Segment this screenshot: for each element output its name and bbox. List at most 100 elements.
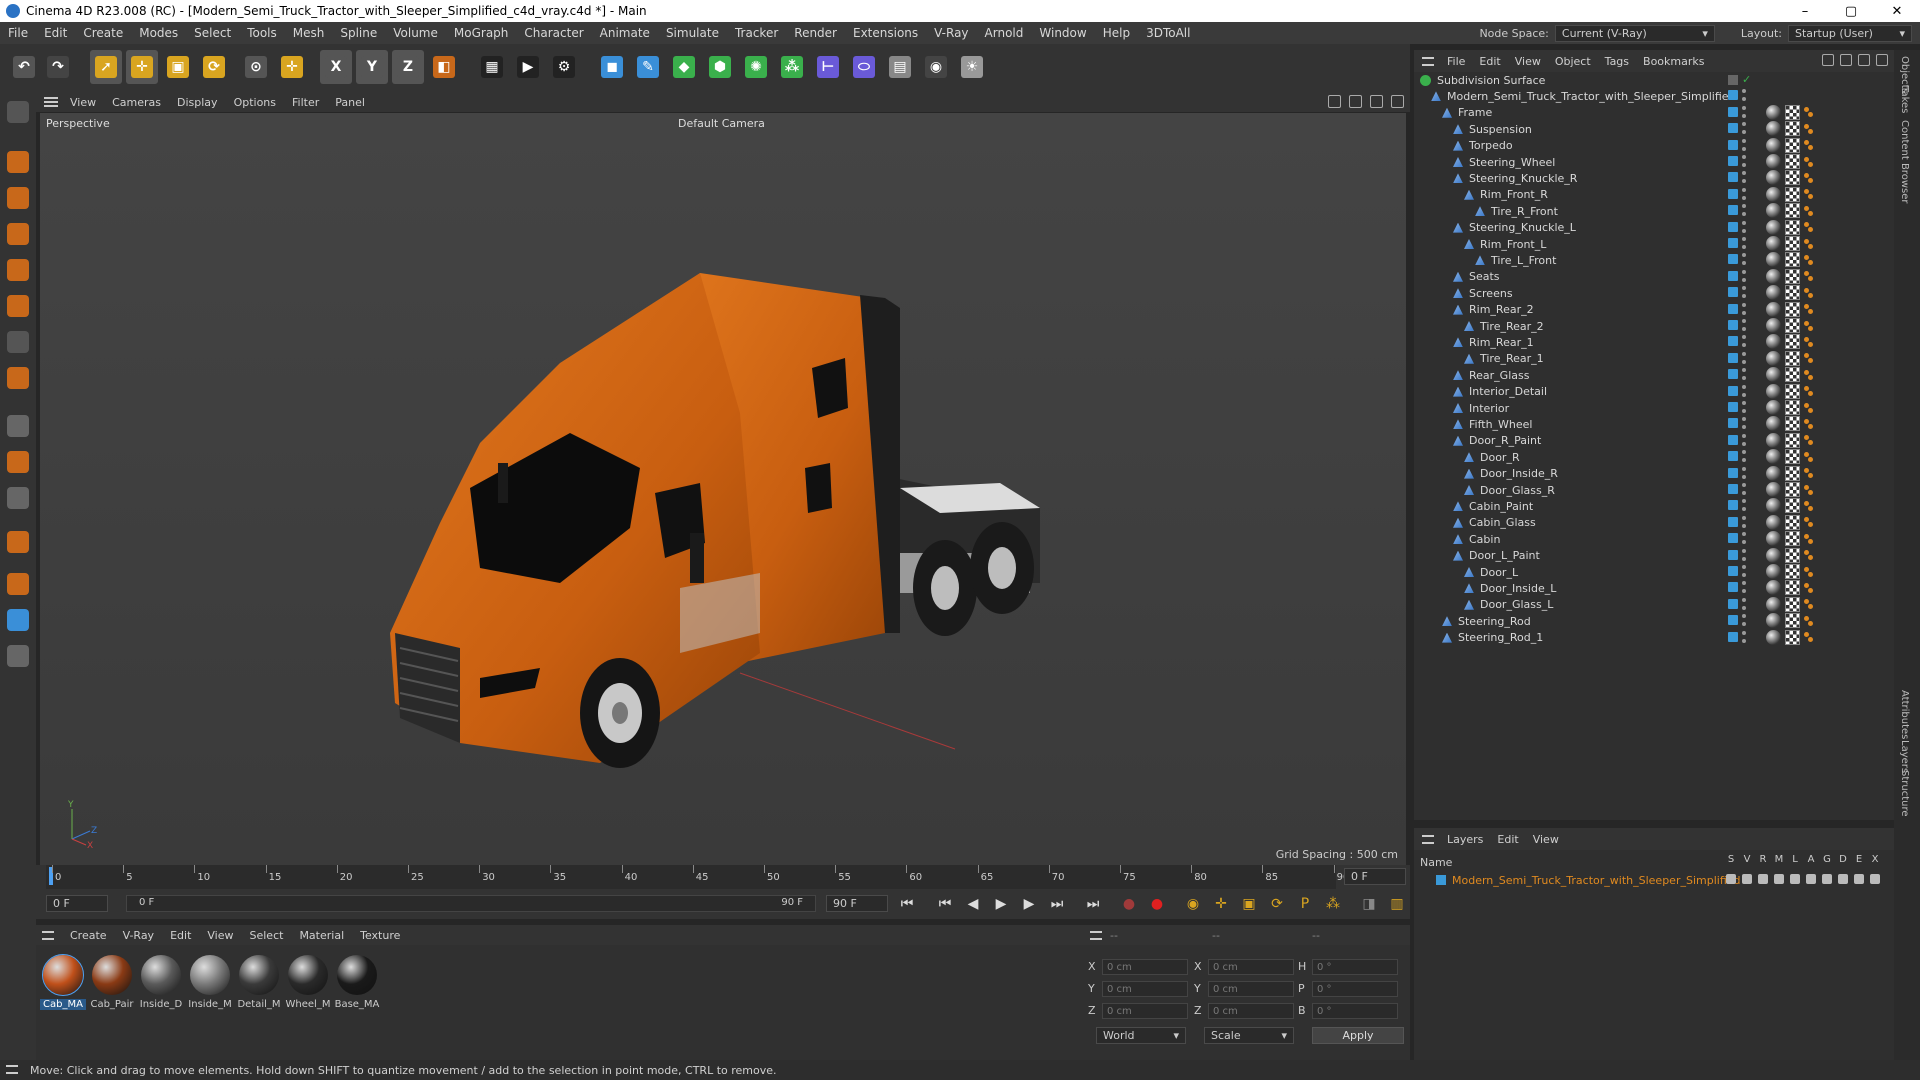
vray-tag-icon[interactable] (1804, 205, 1814, 216)
vray-tag-icon[interactable] (1804, 533, 1814, 544)
menu-character[interactable]: Character (516, 26, 591, 40)
animation-icon[interactable] (1806, 874, 1816, 884)
texture-tag-icon[interactable] (1785, 121, 1800, 137)
material-tag-icon[interactable] (1766, 236, 1781, 251)
menu-tools[interactable]: Tools (239, 26, 285, 40)
object-row[interactable]: Torpedo (1414, 136, 1894, 153)
visibility-dots-icon[interactable] (1742, 89, 1746, 102)
layer-color-icon[interactable] (1728, 270, 1738, 281)
object-row[interactable]: Suspension (1414, 119, 1894, 137)
z-axis-button[interactable]: Z (392, 50, 424, 84)
status-menu-icon[interactable] (6, 1065, 18, 1074)
material-tag-icon[interactable] (1766, 104, 1781, 120)
layer-col-header[interactable]: G (1822, 854, 1832, 865)
zoom-view-icon[interactable] (1349, 95, 1362, 108)
layer-color-icon[interactable] (1728, 549, 1738, 560)
layout-dropdown[interactable]: Startup (User) ▾ (1788, 24, 1912, 42)
layer-color-icon[interactable] (1728, 336, 1738, 347)
object-row[interactable]: Steering_Knuckle_L (1414, 218, 1894, 235)
undo-button[interactable]: ↶ (8, 50, 40, 84)
menu-volume[interactable]: Volume (385, 26, 446, 40)
visibility-dots-icon[interactable] (1742, 515, 1746, 528)
layer-color-icon[interactable] (1728, 172, 1738, 183)
visibility-dots-icon[interactable] (1742, 122, 1746, 135)
layer-color-icon[interactable] (1728, 106, 1738, 117)
vray-tag-icon[interactable] (1804, 107, 1814, 118)
layer-color-icon[interactable] (1728, 238, 1738, 248)
visibility-dots-icon[interactable] (1742, 532, 1746, 545)
render-icon[interactable] (1758, 874, 1768, 884)
layer-color-icon[interactable] (1728, 287, 1738, 298)
locked-workplane-tool[interactable] (4, 642, 32, 670)
material-menu-create[interactable]: Create (62, 929, 115, 942)
viewport-menu-panel[interactable]: Panel (327, 96, 373, 109)
edges-mode-tool[interactable] (4, 256, 32, 284)
material-menu-view[interactable]: View (199, 929, 241, 942)
material-menu-select[interactable]: Select (242, 929, 292, 942)
object-row[interactable]: Door_Glass_R (1414, 480, 1894, 497)
texture-tag-icon[interactable] (1785, 383, 1800, 399)
object-menu-bookmarks[interactable]: Bookmarks (1636, 55, 1711, 68)
layer-col-header[interactable]: M (1774, 854, 1784, 865)
maximize-button[interactable]: ▢ (1828, 0, 1874, 22)
deformers-icon[interactable] (1838, 874, 1848, 884)
material-tag-icon[interactable] (1766, 367, 1781, 383)
object-row[interactable]: Rim_Front_R (1414, 185, 1894, 202)
layer-color-icon[interactable] (1728, 434, 1738, 445)
material-tag-icon[interactable] (1766, 268, 1781, 284)
vray-tag-icon[interactable] (1804, 582, 1814, 593)
material-tag-icon[interactable] (1766, 301, 1781, 317)
material-tag-icon[interactable] (1766, 318, 1781, 333)
pen-button[interactable]: ✎ (632, 50, 664, 84)
menu-extensions[interactable]: Extensions (845, 26, 926, 40)
vray-tag-icon[interactable] (1804, 599, 1814, 610)
vray-tag-icon[interactable] (1804, 222, 1814, 233)
material-tag-icon[interactable] (1766, 219, 1781, 235)
layer-col-header[interactable]: D (1838, 854, 1848, 865)
layer-color-icon[interactable] (1728, 516, 1738, 527)
menu-window[interactable]: Window (1031, 26, 1094, 40)
visibility-dots-icon[interactable] (1742, 548, 1746, 561)
layer-color-icon[interactable] (1728, 631, 1738, 642)
axis-mode-tool[interactable] (4, 364, 32, 392)
rotate-view-icon[interactable] (1370, 95, 1383, 108)
key-scale-button[interactable]: ▣ (1238, 893, 1260, 915)
texture-tag-icon[interactable] (1785, 203, 1800, 219)
object-row[interactable]: Steering_Knuckle_R (1414, 168, 1894, 186)
texture-tag-icon[interactable] (1785, 564, 1800, 579)
layer-color-icon[interactable] (1728, 320, 1738, 330)
object-row[interactable]: Modern_Semi_Truck_Tractor_with_Sleeper_S… (1414, 86, 1894, 103)
viewport-menu-display[interactable]: Display (169, 96, 226, 109)
texture-tag-icon[interactable] (1785, 154, 1800, 169)
node-space-dropdown[interactable]: Current (V-Ray) ▾ (1554, 24, 1715, 42)
layer-color-icon[interactable] (1728, 467, 1738, 478)
texture-tag-icon[interactable] (1785, 432, 1800, 448)
layer-color-icon[interactable] (1728, 205, 1738, 216)
grid-tool[interactable] (4, 606, 32, 634)
autokey-button[interactable]: ● (1146, 893, 1168, 915)
material-swatch[interactable]: Wheel_M (285, 955, 331, 1010)
recent-tool-button[interactable]: ✛ (276, 50, 308, 84)
texture-tag-icon[interactable] (1785, 498, 1800, 514)
lock-icon[interactable] (1790, 874, 1800, 884)
layer-color-icon[interactable] (1728, 352, 1738, 363)
visibility-dots-icon[interactable] (1742, 433, 1746, 446)
visibility-dots-icon[interactable] (1742, 187, 1746, 200)
layer-menu-view[interactable]: View (1526, 833, 1566, 846)
vray-tag-icon[interactable] (1804, 271, 1814, 282)
texture-tag-icon[interactable] (1785, 301, 1800, 317)
solo-icon[interactable] (1726, 874, 1736, 884)
texture-tag-icon[interactable] (1785, 416, 1800, 432)
live-select-button[interactable]: ⊙ (240, 50, 272, 84)
object-menu-file[interactable]: File (1440, 55, 1472, 68)
material-tag-icon[interactable] (1766, 137, 1781, 153)
vray-tag-icon[interactable] (1804, 418, 1814, 429)
visibility-dots-icon[interactable] (1742, 351, 1746, 364)
material-tag-icon[interactable] (1766, 334, 1781, 350)
check-icon[interactable] (1728, 74, 1738, 85)
material-swatch[interactable]: Inside_D (138, 955, 184, 1010)
vray-tag-icon[interactable] (1804, 484, 1814, 495)
material-menu-v-ray[interactable]: V-Ray (115, 929, 163, 942)
object-row[interactable]: Door_L (1414, 562, 1894, 579)
viewport-menu-cameras[interactable]: Cameras (104, 96, 169, 109)
